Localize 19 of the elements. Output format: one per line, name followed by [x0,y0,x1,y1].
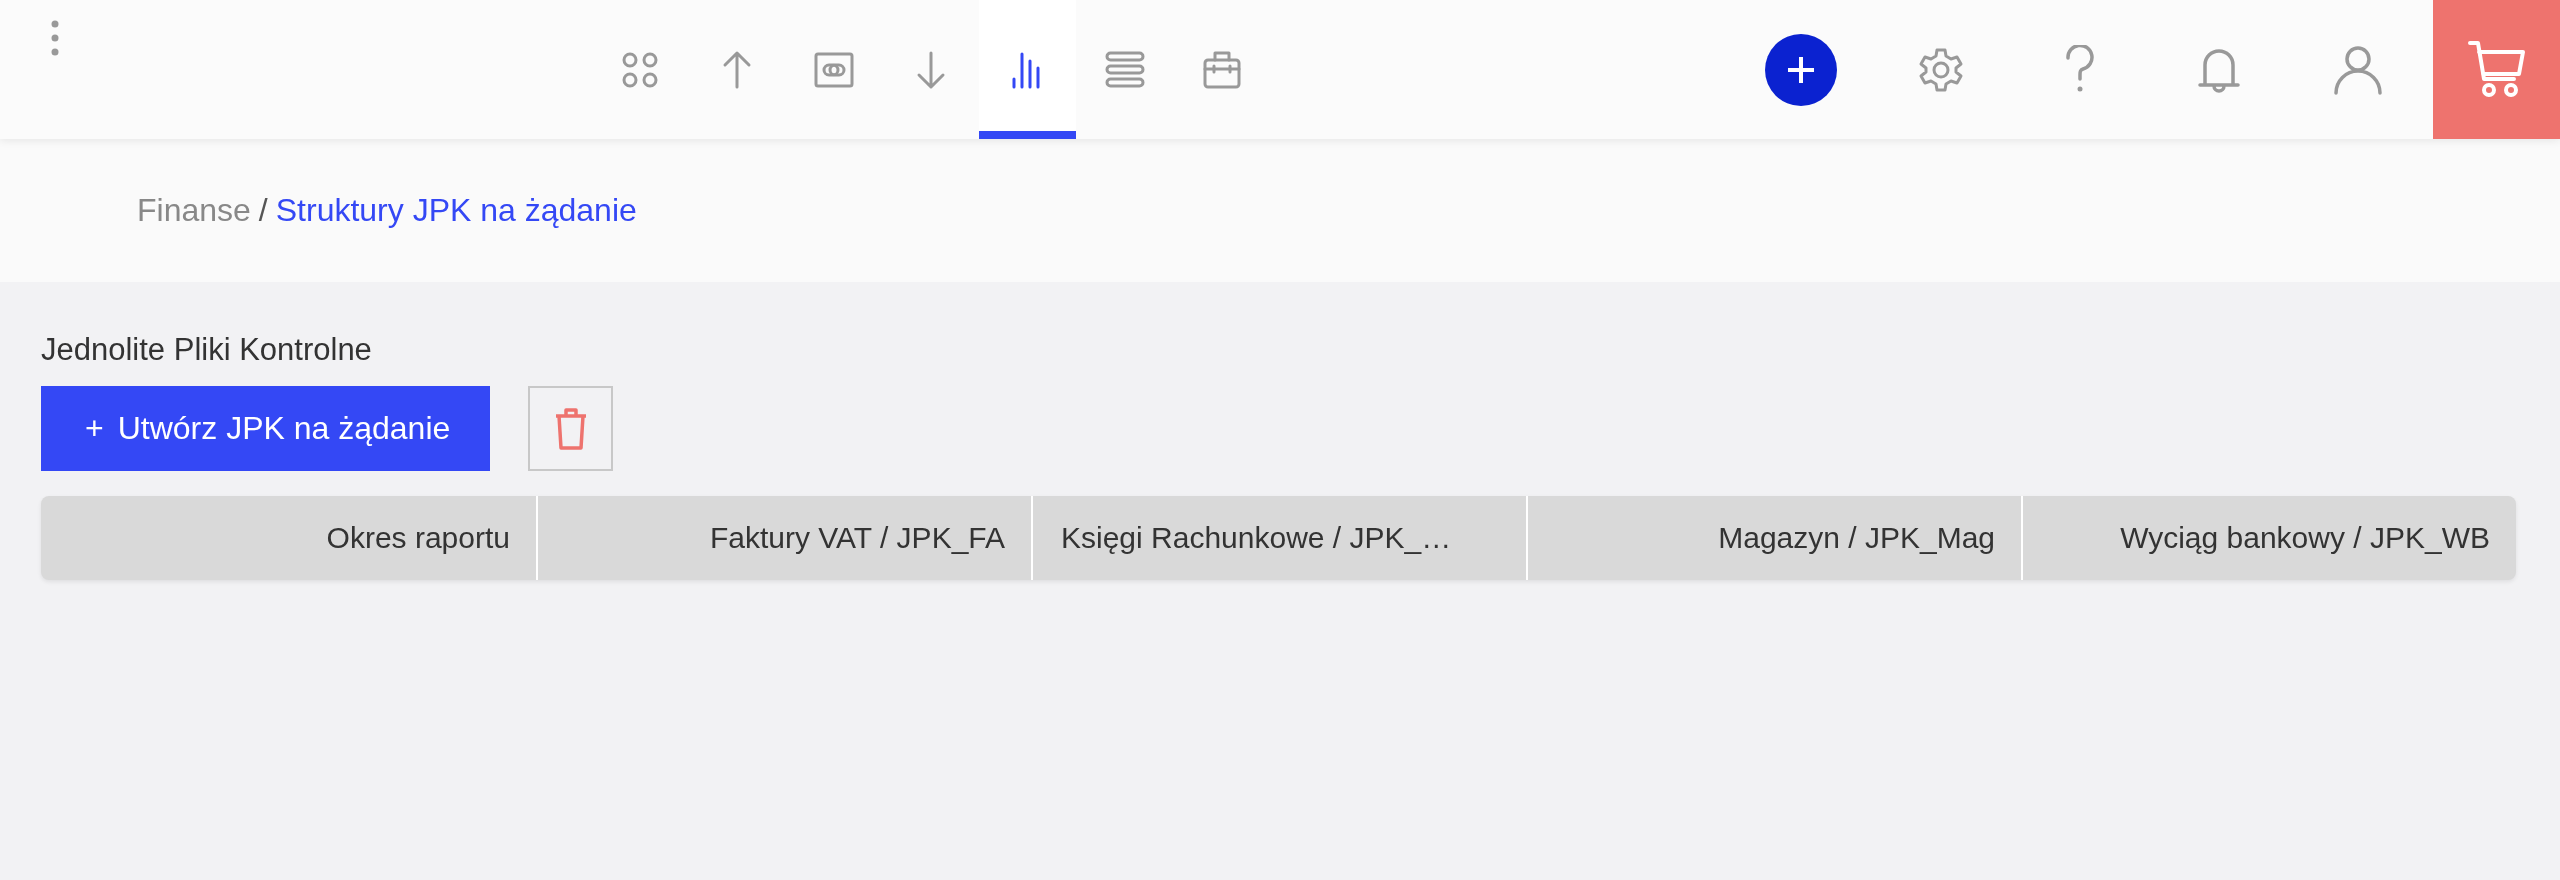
kebab-menu-icon [51,19,59,56]
trash-icon [553,406,588,451]
column-header[interactable]: Okres raportu [41,496,536,580]
plus-icon [1786,54,1816,85]
section-title: Jednolite Pliki Kontrolne [41,332,372,368]
cart-icon [2466,39,2527,100]
column-header[interactable]: Faktury VAT / JPK_FA [536,496,1031,580]
column-header[interactable]: Księgi Rachunkowe / JPK_… [1031,496,1526,580]
column-header[interactable]: Magazyn / JPK_Mag [1526,496,2021,580]
cart-button[interactable] [2433,0,2560,139]
create-jpk-button[interactable]: + Utwórz JPK na żądanie [41,386,491,471]
nav-tab[interactable] [979,0,1076,139]
briefcase-icon [1201,49,1242,90]
column-header[interactable]: Wyciąg bankowy / JPK_WB [2021,496,2516,580]
breadcrumb-separator: / [258,192,268,229]
breadcrumb-current[interactable]: Struktury JPK na żądanie [275,192,637,229]
list-icon [1104,49,1145,90]
delete-button[interactable] [528,386,614,471]
user-icon [2332,44,2383,95]
